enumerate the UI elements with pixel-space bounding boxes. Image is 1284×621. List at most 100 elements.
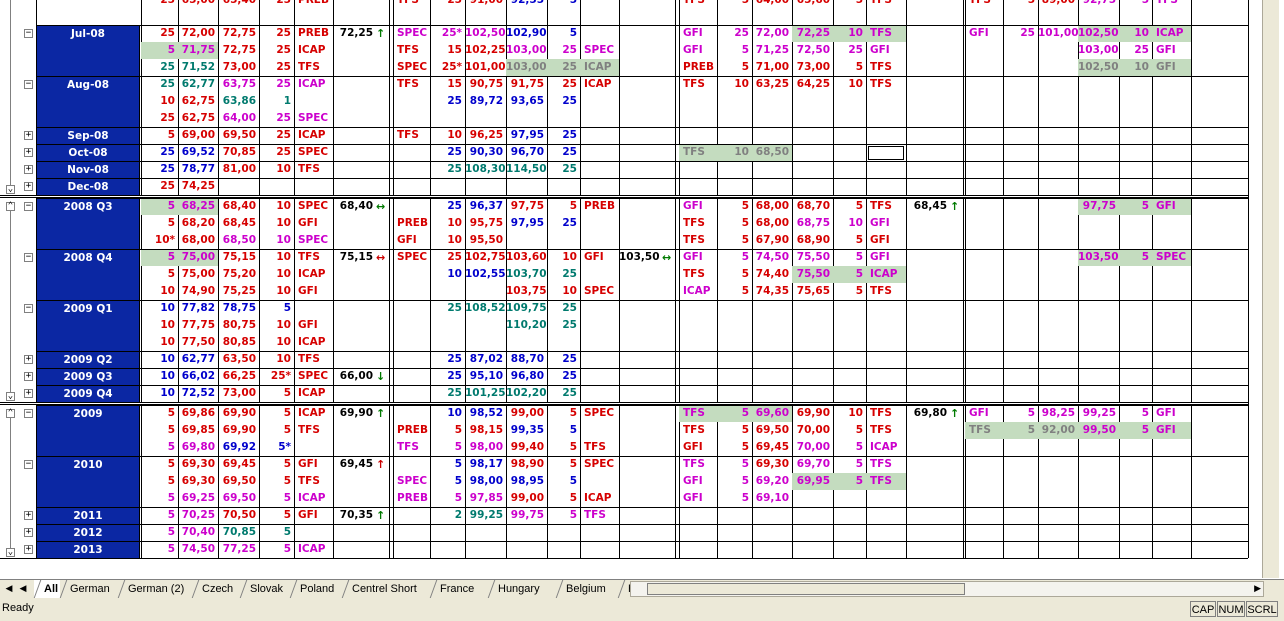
grid-cell[interactable]: 25 <box>430 198 465 215</box>
grid-cell[interactable]: TFS <box>580 507 619 524</box>
grid-cell[interactable]: GFI <box>294 317 333 334</box>
grid-cell[interactable]: 68,40 <box>218 198 259 215</box>
grid-cell[interactable]: 78,77 <box>178 161 218 178</box>
grid-cell[interactable]: 10 <box>141 317 178 334</box>
grid-cell[interactable]: GFI <box>294 456 333 473</box>
grid-cell[interactable]: PREB <box>393 422 430 439</box>
grid-cell[interactable]: 63,75 <box>218 76 259 93</box>
grid-cell[interactable]: GFI <box>965 25 1003 42</box>
tab-centrel-short[interactable]: Centrel Short <box>342 580 430 598</box>
grid-cell[interactable]: 69,25 <box>178 490 218 507</box>
period-label[interactable]: 2008 Q3 <box>36 198 140 250</box>
grid-cell[interactable]: 15 <box>430 76 465 93</box>
vertical-scrollbar[interactable] <box>1262 0 1279 578</box>
grid-cell[interactable]: 5 <box>430 422 465 439</box>
grid-cell[interactable]: 25 <box>430 249 465 266</box>
grid-cell[interactable]: ICAP <box>294 405 333 422</box>
period-label[interactable]: 2013 <box>36 541 140 559</box>
grid-cell[interactable]: 114,50 <box>506 161 547 178</box>
grid-cell[interactable]: 25 <box>547 266 580 283</box>
grid-cell[interactable]: 72,75 <box>218 25 259 42</box>
period-label[interactable]: Nov-08 <box>36 161 140 179</box>
grid-cell[interactable]: 81,00 <box>218 161 259 178</box>
grid-cell[interactable]: 62,77 <box>178 351 218 368</box>
period-label[interactable]: Aug-08 <box>36 76 140 128</box>
grid-cell[interactable]: 98,00 <box>465 439 506 456</box>
grid-cell[interactable]: 98,17 <box>465 456 506 473</box>
grid-cell[interactable]: GFI <box>679 198 717 215</box>
scroll-right-icon[interactable]: ▶ <box>1254 582 1261 596</box>
grid-cell[interactable]: TFS <box>1152 0 1191 9</box>
grid-cell[interactable]: 1 <box>259 93 294 110</box>
grid-cell[interactable]: 25* <box>430 25 465 42</box>
grid-cell[interactable]: GFI <box>679 490 717 507</box>
grid-cell[interactable]: 66,25 <box>218 368 259 385</box>
grid-cell[interactable]: SPEC <box>294 232 333 249</box>
group-collapse-icon[interactable]: ⌄ <box>6 548 15 557</box>
grid-cell[interactable]: 5 <box>141 127 178 144</box>
grid-cell[interactable]: ICAP <box>580 76 619 93</box>
period-label[interactable]: Oct-08 <box>36 144 140 162</box>
grid-cell[interactable]: ICAP <box>866 439 906 456</box>
grid-cell[interactable]: TFS <box>679 266 717 283</box>
grid-cell[interactable]: 91,00 <box>465 0 506 9</box>
grid-cell[interactable]: 98,00 <box>465 473 506 490</box>
grid-cell[interactable]: 108,52 <box>465 300 506 317</box>
expand-icon[interactable]: + <box>24 355 33 364</box>
grid-cell[interactable]: 5 <box>717 232 752 249</box>
grid-cell[interactable]: 96,25 <box>465 127 506 144</box>
grid-cell[interactable]: 5 <box>547 439 580 456</box>
grid-cell[interactable]: TFS <box>866 283 906 300</box>
grid-cell[interactable]: 5 <box>259 473 294 490</box>
grid-cell[interactable]: TFS <box>866 59 906 76</box>
grid-cell[interactable]: 5 <box>717 42 752 59</box>
grid-cell[interactable]: 69,50 <box>218 473 259 490</box>
grid-cell[interactable]: 98,15 <box>465 422 506 439</box>
grid-cell[interactable]: TFS <box>393 0 430 9</box>
grid-cell[interactable]: 64,00 <box>218 110 259 127</box>
grid-cell[interactable]: 25 <box>547 368 580 385</box>
grid-cell[interactable]: 69,86 <box>178 405 218 422</box>
grid-cell[interactable]: 75,65 <box>792 283 833 300</box>
grid-cell[interactable]: 67,90 <box>752 232 792 249</box>
grid-cell[interactable]: 5 <box>141 541 178 558</box>
grid-cell[interactable]: 75,25 <box>218 283 259 300</box>
grid-cell[interactable]: 10 <box>259 161 294 178</box>
grid-cell[interactable]: 70,40 <box>178 524 218 541</box>
grid-cell[interactable]: 25 <box>141 144 178 161</box>
grid-cell[interactable]: 69,10 <box>752 490 792 507</box>
grid-cell[interactable]: 5 <box>141 422 178 439</box>
grid-cell[interactable]: 25 <box>259 0 294 9</box>
collapse-icon[interactable]: − <box>24 253 33 262</box>
grid-cell[interactable]: 25 <box>547 300 580 317</box>
grid-cell[interactable]: TFS <box>393 76 430 93</box>
grid-cell[interactable]: GFI <box>294 507 333 524</box>
grid-cell[interactable]: 97,95 <box>506 215 547 232</box>
grid-cell[interactable]: 5 <box>141 490 178 507</box>
first-tab-icon[interactable]: ◀ <box>2 582 16 597</box>
grid-cell[interactable]: 5* <box>259 439 294 456</box>
period-label[interactable]: 2009 <box>36 405 140 457</box>
collapse-icon[interactable]: − <box>24 29 33 38</box>
grid-cell[interactable]: SPEC <box>294 110 333 127</box>
grid-cell[interactable]: 98,52 <box>465 405 506 422</box>
grid-cell[interactable]: 89,00 <box>1038 0 1078 9</box>
grid-cell[interactable]: 5 <box>717 405 752 422</box>
grid-cell[interactable]: 75,15 <box>218 249 259 266</box>
grid-cell[interactable]: TFS <box>294 249 333 266</box>
expand-icon[interactable]: + <box>24 545 33 554</box>
grid-cell[interactable]: ICAP <box>679 283 717 300</box>
grid-cell[interactable]: ICAP <box>294 266 333 283</box>
grid-cell[interactable]: 63,86 <box>218 93 259 110</box>
tab-poland[interactable]: Poland <box>290 580 342 598</box>
grid-cell[interactable]: TFS <box>393 127 430 144</box>
expand-icon[interactable]: + <box>24 511 33 520</box>
grid-cell[interactable]: 25 <box>430 161 465 178</box>
grid-cell[interactable]: SPEC <box>580 42 619 59</box>
grid-cell[interactable]: 75,20 <box>218 266 259 283</box>
grid-cell[interactable]: SPEC <box>580 405 619 422</box>
grid-cell[interactable]: 102,90 <box>506 25 547 42</box>
grid-cell[interactable]: 93,65 <box>506 93 547 110</box>
collapse-icon[interactable]: − <box>24 409 33 418</box>
period-label[interactable]: Dec-08 <box>36 178 140 196</box>
